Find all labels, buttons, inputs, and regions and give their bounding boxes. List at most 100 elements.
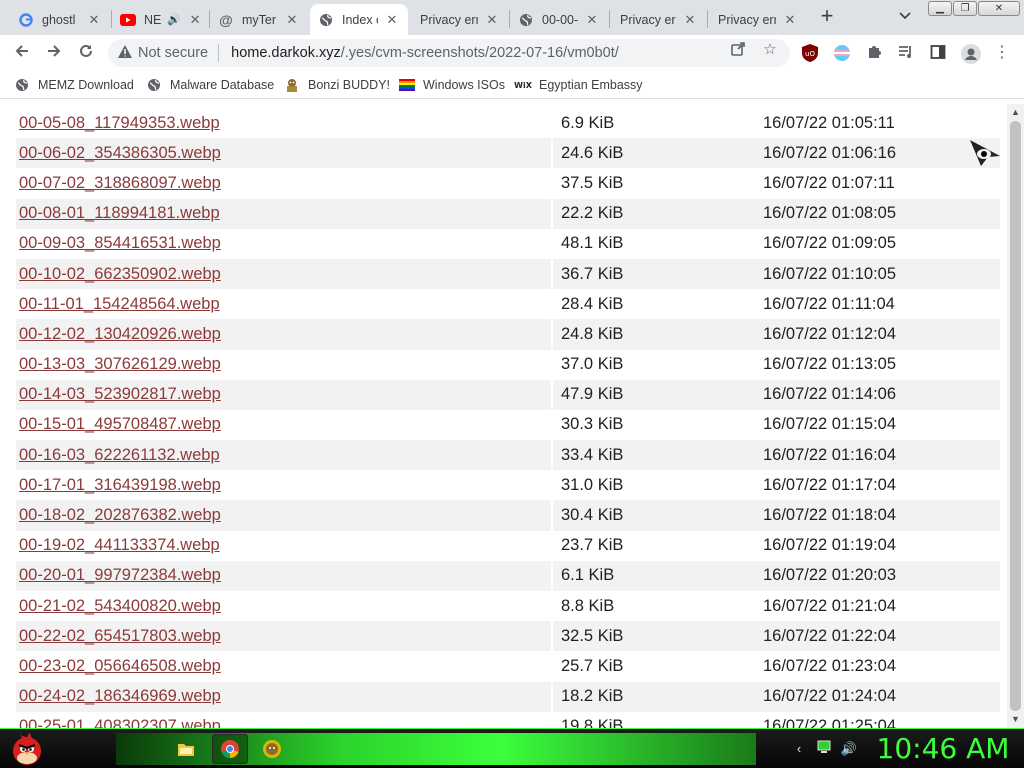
table-row: 00-07-02_318868097.webp 37.5 KiB 16/07/22 …	[16, 168, 1000, 199]
rainbow-flag-icon	[399, 77, 415, 93]
file-link[interactable]: 00-13-03_307626129.webp	[16, 355, 551, 374]
file-link[interactable]: 00-20-01_997972384.webp	[16, 566, 551, 585]
file-link[interactable]: 00-11-01_154248564.webp	[16, 295, 551, 314]
network-icon[interactable]	[815, 740, 833, 758]
media-control-icon[interactable]	[897, 44, 915, 62]
close-icon[interactable]: ✕	[584, 12, 600, 28]
reload-button[interactable]	[74, 41, 98, 65]
file-size: 30.4 KiB	[561, 506, 624, 525]
bookmark-malware-db[interactable]: Malware Database	[146, 75, 274, 95]
file-link[interactable]: 00-15-01_495708487.webp	[16, 415, 551, 434]
file-date: 16/07/22 01:23:04	[763, 656, 897, 675]
volume-icon[interactable]: 🔊	[840, 740, 858, 758]
close-icon[interactable]: ✕	[384, 12, 400, 28]
taskbar: ‹ 🔊 10:46 AM	[0, 728, 1024, 768]
scroll-up-arrow-icon[interactable]: ▲	[1007, 104, 1024, 121]
file-link[interactable]: 00-23-02_056646508.webp	[16, 657, 551, 676]
taskbar-clock[interactable]: 10:46 AM	[868, 731, 1018, 767]
profile-avatar-icon[interactable]	[961, 44, 981, 64]
file-date: 16/07/22 01:25:04	[763, 717, 897, 728]
close-icon[interactable]: ✕	[284, 12, 300, 28]
file-size: 48.1 KiB	[561, 234, 624, 253]
tab-search-chevron-icon[interactable]	[894, 8, 916, 26]
close-icon[interactable]: ✕	[187, 12, 203, 28]
forward-button[interactable]	[42, 41, 66, 65]
file-date: 16/07/22 01:08:05	[763, 204, 897, 223]
share-icon[interactable]	[729, 41, 747, 59]
file-size: 28.4 KiB	[561, 294, 624, 313]
tab-index-active[interactable]: Index o ✕	[310, 4, 408, 35]
file-link[interactable]: 00-16-03_622261132.webp	[16, 446, 551, 465]
minimize-button[interactable]: ▁	[928, 1, 952, 16]
taskbar-file-explorer[interactable]	[168, 734, 204, 764]
close-icon[interactable]: ✕	[782, 12, 798, 28]
start-button[interactable]	[6, 731, 48, 767]
restore-button[interactable]: ❐	[953, 1, 977, 16]
table-row: 00-12-02_130420926.webp 24.8 KiB 16/07/22 …	[16, 319, 1000, 350]
file-link[interactable]: 00-17-01_316439198.webp	[16, 476, 551, 495]
file-link[interactable]: 00-25-01_408302307.webp	[16, 717, 551, 728]
bookmark-windows-isos[interactable]: Windows ISOs	[399, 75, 505, 95]
tray-chevron-icon[interactable]: ‹	[790, 740, 808, 758]
bookmark-bonzi[interactable]: Bonzi BUDDY!	[284, 75, 390, 95]
file-link[interactable]: 00-05-08_117949353.webp	[16, 114, 551, 133]
file-size: 23.7 KiB	[561, 536, 624, 555]
tab-strip: ghostl ✕ NE 🔊 ✕ @ myTer ✕ Index o ✕ Priv…	[0, 0, 1024, 35]
ublock-origin-icon[interactable]: uO	[801, 44, 819, 62]
new-tab-button[interactable]: +	[816, 5, 838, 27]
close-icon[interactable]: ✕	[86, 12, 102, 28]
arrow-left-icon	[15, 45, 28, 57]
taskbar-bonzi[interactable]	[254, 734, 290, 764]
file-link[interactable]: 00-07-02_318868097.webp	[16, 174, 551, 193]
side-panel-icon[interactable]	[929, 44, 947, 62]
chrome-icon	[221, 740, 239, 758]
close-window-button[interactable]: ✕	[978, 1, 1020, 16]
file-link[interactable]: 00-12-02_130420926.webp	[16, 325, 551, 344]
file-link[interactable]: 00-18-02_202876382.webp	[16, 506, 551, 525]
address-bar[interactable]: Not secure home.darkok.xyz /.yes/cvm-scr…	[108, 39, 790, 67]
file-link[interactable]: 00-24-02_186346969.webp	[16, 687, 551, 706]
tab-privacy-3[interactable]: Privacy erro ✕	[708, 4, 806, 35]
taskbar-chrome[interactable]	[212, 734, 248, 764]
file-date: 16/07/22 01:05:11	[763, 113, 895, 132]
file-link[interactable]: 00-10-02_662350902.webp	[16, 265, 551, 284]
extension-flag-icon[interactable]	[833, 44, 851, 62]
file-link[interactable]: 00-21-02_543400820.webp	[16, 597, 551, 616]
angry-bird-start-icon	[13, 733, 41, 765]
tab-00-00[interactable]: 00-00- ✕	[510, 4, 608, 35]
file-date: 16/07/22 01:10:05	[763, 264, 897, 283]
file-date: 16/07/22 01:13:05	[763, 355, 897, 374]
tab-myterm[interactable]: @ myTer ✕	[210, 4, 308, 35]
bookmark-egyptian-embassy[interactable]: WiX Egyptian Embassy	[514, 75, 642, 95]
file-link[interactable]: 00-06-02_354386305.webp	[16, 144, 551, 163]
scroll-down-arrow-icon[interactable]: ▼	[1007, 711, 1024, 728]
close-icon[interactable]: ✕	[484, 12, 500, 28]
bookmark-memz[interactable]: MEMZ Download	[14, 75, 134, 95]
file-link[interactable]: 00-19-02_441133374.webp	[16, 536, 551, 555]
tab-youtube[interactable]: NE 🔊 ✕	[112, 4, 208, 35]
speaker-icon[interactable]: 🔊	[167, 13, 181, 26]
security-label[interactable]: Not secure	[138, 45, 208, 61]
tab-ghost[interactable]: ghostl ✕	[10, 4, 110, 35]
file-link[interactable]: 00-08-01_118994181.webp	[16, 204, 551, 223]
file-size: 22.2 KiB	[561, 204, 624, 223]
tab-privacy-1[interactable]: Privacy erro ✕	[410, 4, 508, 35]
back-button[interactable]	[10, 41, 34, 65]
menu-kebab-icon[interactable]: ⋮	[993, 44, 1011, 62]
file-date: 16/07/22 01:07:11	[763, 173, 895, 192]
file-date: 16/07/22 01:16:04	[763, 445, 897, 464]
bonzi-icon	[263, 740, 281, 758]
table-row: 00-05-08_117949353.webp 6.9 KiB 16/07/22 0…	[16, 108, 1000, 139]
file-link[interactable]: 00-22-02_654517803.webp	[16, 627, 551, 646]
scrollbar-thumb[interactable]	[1010, 121, 1021, 711]
table-row: 00-23-02_056646508.webp 25.7 KiB 16/07/22 …	[16, 651, 1000, 682]
extensions-puzzle-icon[interactable]	[865, 44, 883, 62]
warning-icon[interactable]	[118, 45, 132, 61]
table-row: 00-22-02_654517803.webp 32.5 KiB 16/07/22 …	[16, 621, 1000, 652]
close-icon[interactable]: ✕	[682, 12, 698, 28]
file-link[interactable]: 00-14-03_523902817.webp	[16, 385, 551, 404]
tab-privacy-2[interactable]: Privacy erro ✕	[610, 4, 706, 35]
file-link[interactable]: 00-09-03_854416531.webp	[16, 234, 551, 253]
file-date: 16/07/22 01:14:06	[763, 385, 897, 404]
bookmark-star-icon[interactable]: ☆	[761, 41, 779, 59]
